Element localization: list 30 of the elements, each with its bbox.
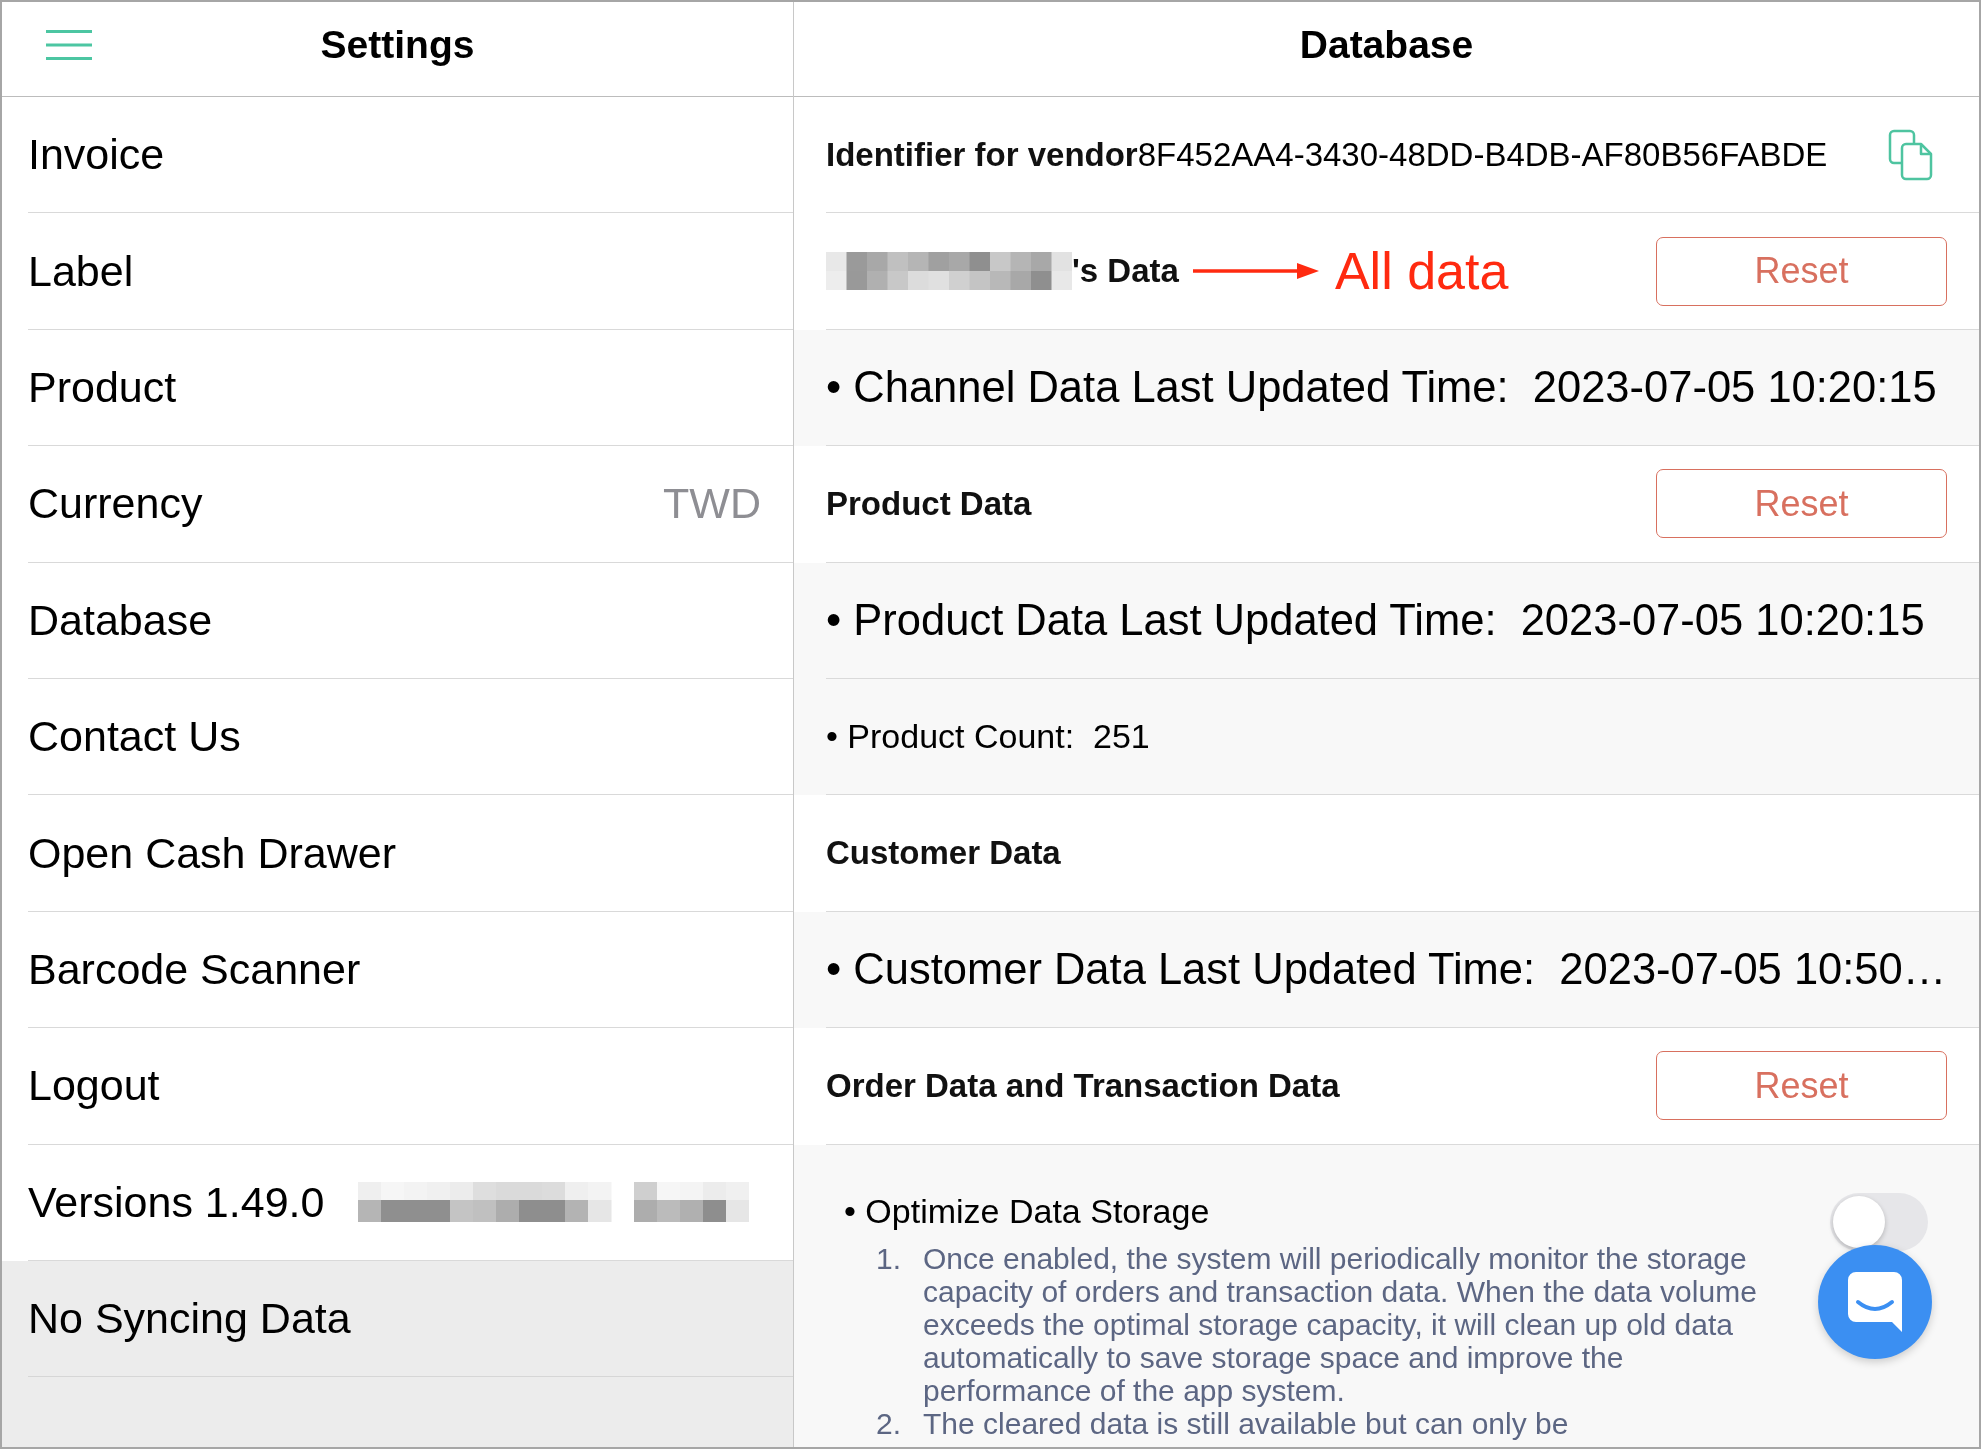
- section-title: Product Data: [826, 484, 1032, 523]
- pane-title: Settings: [320, 23, 475, 67]
- last-updated-text: • Customer Data Last Updated Time: 2023-07-05 10:50…: [826, 944, 1947, 994]
- settings-item[interactable]: Database: [28, 562, 793, 679]
- identifier-label: Identifier for vendor: [826, 135, 1138, 174]
- annotation-text: All data: [1334, 241, 1509, 302]
- menu-icon[interactable]: [46, 30, 92, 60]
- settings-item[interactable]: Label: [28, 213, 793, 330]
- setting-title: • Optimize Data Storage: [844, 1190, 1211, 1231]
- last-updated-text: • Product Data Last Updated Time: 2023-07-05 10:20:15: [826, 595, 1925, 645]
- list-number: 2.: [876, 1406, 903, 1440]
- identifier-value: 8F452AA4-3430-48DD-B4DB-AF80B56FABDE: [1137, 135, 1828, 174]
- last-updated-text: • Channel Data Last Updated Time: 2023-07-05 10:20:15: [826, 362, 1937, 412]
- note-paragraph: Once enabled, the system will periodically monitor the storage capacity of orders and transaction data. When the data volume exceeds the optimal storage capacity, it will clean up old data automatically to save storage space and improve the performance of the app system.: [923, 1241, 1758, 1407]
- count-text: • Product Count: 251: [826, 717, 1150, 757]
- section-title: 's Data: [1072, 252, 1179, 291]
- pane-title: Database: [1299, 23, 1474, 67]
- settings-item[interactable]: Logout: [28, 1028, 793, 1145]
- copy-icon[interactable]: [1888, 128, 1934, 181]
- settings-item[interactable]: Currency TWD: [28, 446, 793, 563]
- settings-item[interactable]: Versions 1.49.0: [28, 1144, 793, 1261]
- chat-bubble-icon: [1848, 1272, 1902, 1332]
- arrow-icon: [1192, 261, 1319, 282]
- section-title: Customer Data: [826, 834, 1061, 873]
- note-paragraph: The cleared data is still available but can only be: [923, 1406, 1570, 1440]
- sync-status-text: No Syncing Data: [28, 1294, 351, 1344]
- list-number: 1.: [876, 1241, 903, 1277]
- currency-value: TWD: [663, 479, 761, 529]
- settings-item[interactable]: Open Cash Drawer: [28, 795, 793, 912]
- section-title: Order Data and Transaction Data: [826, 1066, 1340, 1105]
